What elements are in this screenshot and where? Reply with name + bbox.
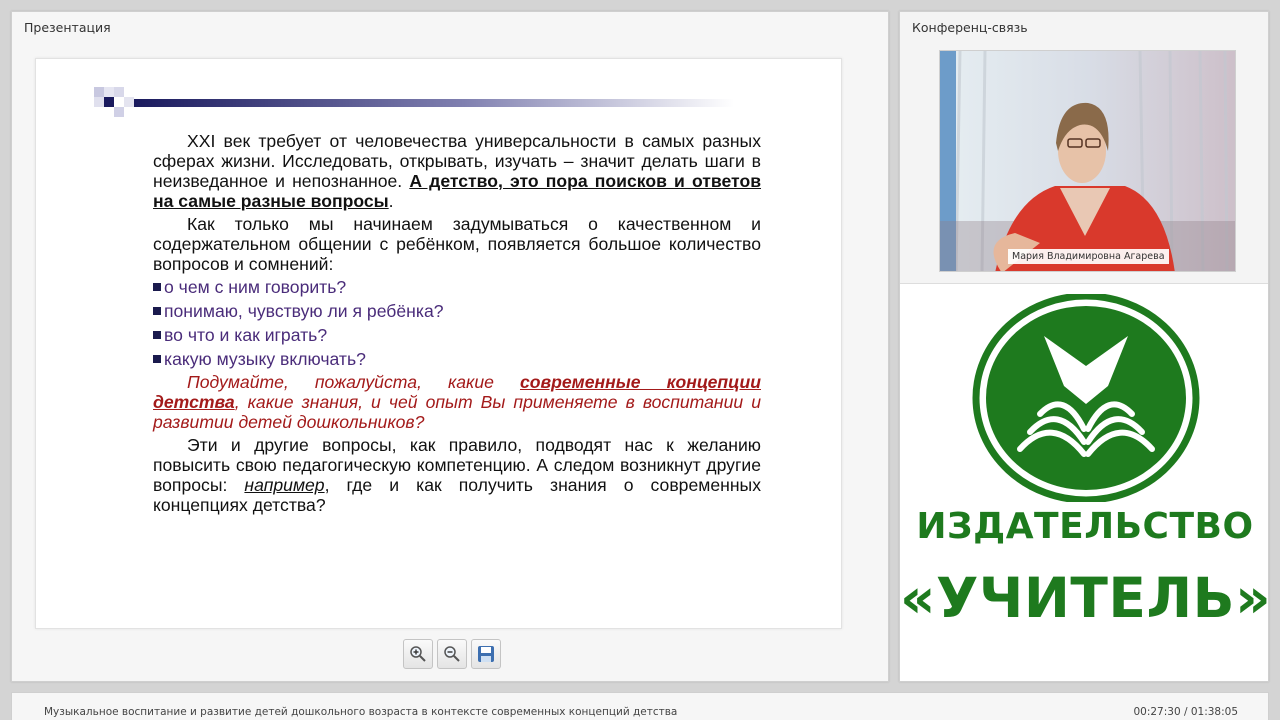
publisher-name-line-1: ИЗДАТЕЛЬСТВО: [916, 506, 1254, 547]
speaker-video-frame: [940, 51, 1235, 271]
presentation-panel: Презентация XXI век требует от человечес…: [11, 11, 889, 682]
speaker-name-label: Мария Владимировна Агарева: [1008, 249, 1169, 264]
slide-bullet-item: какую музыку включать?: [153, 347, 761, 371]
slide-bullet-item: во что и как играть?: [153, 323, 761, 347]
slide-bullet-list: о чем с ним говорить? понимаю, чувствую …: [153, 275, 761, 371]
slide-paragraph-4: Эти и другие вопросы, как правило, подво…: [153, 435, 761, 515]
slide-toolbar: [403, 639, 501, 669]
slide: XXI век требует от человечества универса…: [35, 58, 842, 629]
bullet-square-icon: [153, 307, 161, 315]
bullet-square-icon: [153, 283, 161, 291]
webinar-footer: Музыкальное воспитание и развитие детей …: [11, 692, 1269, 720]
book-logo-icon: [972, 294, 1200, 502]
save-button[interactable]: [471, 639, 501, 669]
presentation-title: Презентация: [24, 20, 111, 35]
bullet-square-icon: [153, 355, 161, 363]
speaker-video[interactable]: Мария Владимировна Агарева: [939, 50, 1236, 272]
slide-decoration: [94, 87, 734, 117]
slide-paragraph-1: XXI век требует от человечества универса…: [153, 131, 762, 211]
slide-question-paragraph: Подумайте, пожалуйста, какие современные…: [153, 372, 761, 432]
webinar-title: Музыкальное воспитание и развитие детей …: [44, 706, 678, 718]
slide-emphasis-3: например: [244, 475, 325, 495]
publisher-name-line-2: «УЧИТЕЛЬ»: [900, 566, 1272, 630]
save-icon: [478, 646, 494, 662]
conference-panel: Конференц-связь Мария Владимировна Агаре…: [899, 11, 1272, 683]
zoom-out-button[interactable]: [437, 639, 467, 669]
publisher-logo-area: ИЗДАТЕЛЬСТВО «УЧИТЕЛЬ»: [900, 284, 1272, 683]
conference-title: Конференц-связь: [912, 20, 1028, 35]
playback-time: 00:27:30 / 01:38:05: [1133, 706, 1238, 718]
slide-text: XXI век требует от человечества универса…: [153, 131, 761, 515]
slide-paragraph-2: Как только мы начинаем задумываться о ка…: [153, 214, 761, 274]
zoom-out-icon: [444, 646, 460, 662]
slide-bullet-item: понимаю, чувствую ли я ребёнка?: [153, 299, 761, 323]
zoom-in-icon: [410, 646, 426, 662]
slide-bullet-item: о чем с ним говорить?: [153, 275, 761, 299]
zoom-in-button[interactable]: [403, 639, 433, 669]
bullet-square-icon: [153, 331, 161, 339]
